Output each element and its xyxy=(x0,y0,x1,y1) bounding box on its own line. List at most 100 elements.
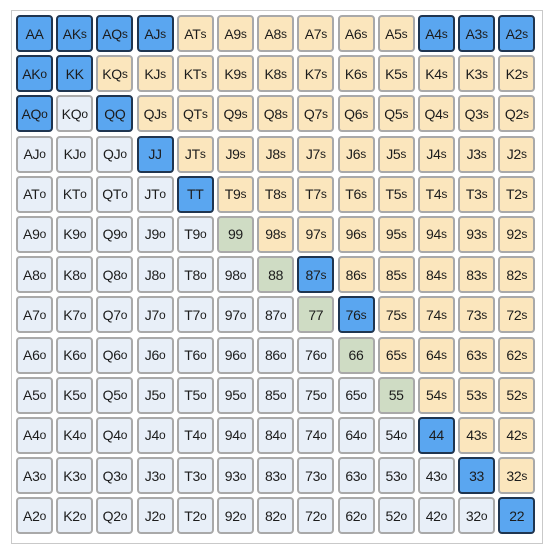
hand-cell-Q2o[interactable]: Q2 o xyxy=(96,497,134,535)
hand-cell-86s[interactable]: 86 s xyxy=(337,256,375,294)
hand-cell-A4o[interactable]: A4 o xyxy=(16,416,53,454)
hand-cell-22[interactable]: 22 xyxy=(498,497,536,535)
hand-cell-94s[interactable]: 94 s xyxy=(417,215,455,253)
hand-cell-Q3o[interactable]: Q3 o xyxy=(96,457,134,495)
hand-cell-73o[interactable]: 73 o xyxy=(297,457,335,495)
hand-cell-A5s[interactable]: A5 s xyxy=(377,15,415,52)
hand-cell-QTs[interactable]: QT s xyxy=(176,95,214,133)
hand-cell-42o[interactable]: 42 o xyxy=(417,497,455,535)
hand-cell-44[interactable]: 44 xyxy=(417,416,455,454)
hand-cell-J8o[interactable]: J8 o xyxy=(136,256,174,294)
hand-cell-62s[interactable]: 62 s xyxy=(498,336,536,374)
hand-cell-K7o[interactable]: K7 o xyxy=(56,296,94,334)
hand-cell-72o[interactable]: 72 o xyxy=(297,497,335,535)
hand-cell-J7s[interactable]: J7 s xyxy=(297,135,335,173)
hand-cell-T5s[interactable]: T5 s xyxy=(377,175,415,213)
hand-cell-T4s[interactable]: T4 s xyxy=(417,175,455,213)
hand-cell-T7s[interactable]: T7 s xyxy=(297,175,335,213)
hand-cell-K6s[interactable]: K6 s xyxy=(337,55,375,93)
hand-cell-43s[interactable]: 43 s xyxy=(458,416,496,454)
hand-cell-KQs[interactable]: KQ s xyxy=(96,55,134,93)
hand-cell-T6s[interactable]: T6 s xyxy=(337,175,375,213)
hand-cell-AQs[interactable]: AQ s xyxy=(96,15,134,52)
hand-cell-J3s[interactable]: J3 s xyxy=(458,135,496,173)
hand-cell-TT[interactable]: TT xyxy=(176,175,214,213)
hand-cell-75s[interactable]: 75 s xyxy=(377,296,415,334)
hand-cell-T4o[interactable]: T4 o xyxy=(176,416,214,454)
hand-cell-K2s[interactable]: K2 s xyxy=(498,55,536,93)
hand-cell-A4s[interactable]: A4 s xyxy=(417,15,455,52)
hand-cell-T9o[interactable]: T9 o xyxy=(176,215,214,253)
hand-cell-J7o[interactable]: J7 o xyxy=(136,296,174,334)
hand-cell-J8s[interactable]: J8 s xyxy=(257,135,295,173)
hand-cell-54o[interactable]: 54 o xyxy=(377,416,415,454)
hand-cell-96o[interactable]: 96 o xyxy=(216,336,254,374)
hand-cell-84s[interactable]: 84 s xyxy=(417,256,455,294)
hand-cell-K6o[interactable]: K6 o xyxy=(56,336,94,374)
hand-cell-76o[interactable]: 76 o xyxy=(297,336,335,374)
hand-cell-KJo[interactable]: KJ o xyxy=(56,135,94,173)
hand-cell-A7o[interactable]: A7 o xyxy=(16,296,53,334)
hand-cell-T5o[interactable]: T5 o xyxy=(176,376,214,414)
hand-cell-QJs[interactable]: QJ s xyxy=(136,95,174,133)
hand-cell-JJ[interactable]: JJ xyxy=(136,135,174,173)
hand-cell-87o[interactable]: 87 o xyxy=(257,296,295,334)
hand-cell-KQo[interactable]: KQ o xyxy=(56,95,94,133)
hand-cell-T3s[interactable]: T3 s xyxy=(458,175,496,213)
hand-cell-A6s[interactable]: A6 s xyxy=(337,15,375,52)
hand-cell-55[interactable]: 55 xyxy=(377,376,415,414)
hand-cell-65o[interactable]: 65 o xyxy=(337,376,375,414)
hand-cell-77[interactable]: 77 xyxy=(297,296,335,334)
hand-cell-Q2s[interactable]: Q2 s xyxy=(498,95,536,133)
hand-cell-Q8s[interactable]: Q8 s xyxy=(257,95,295,133)
hand-cell-T8s[interactable]: T8 s xyxy=(257,175,295,213)
hand-cell-K4o[interactable]: K4 o xyxy=(56,416,94,454)
hand-cell-63o[interactable]: 63 o xyxy=(337,457,375,495)
hand-cell-T3o[interactable]: T3 o xyxy=(176,457,214,495)
hand-cell-97o[interactable]: 97 o xyxy=(216,296,254,334)
hand-cell-T9s[interactable]: T9 s xyxy=(216,175,254,213)
hand-cell-Q3s[interactable]: Q3 s xyxy=(458,95,496,133)
hand-cell-J9o[interactable]: J9 o xyxy=(136,215,174,253)
hand-cell-T7o[interactable]: T7 o xyxy=(176,296,214,334)
hand-cell-A5o[interactable]: A5 o xyxy=(16,376,53,414)
hand-cell-63s[interactable]: 63 s xyxy=(458,336,496,374)
hand-cell-73s[interactable]: 73 s xyxy=(458,296,496,334)
hand-cell-92o[interactable]: 92 o xyxy=(216,497,254,535)
hand-cell-Q9o[interactable]: Q9 o xyxy=(96,215,134,253)
hand-cell-A9s[interactable]: A9 s xyxy=(216,15,254,52)
hand-cell-Q7s[interactable]: Q7 s xyxy=(297,95,335,133)
hand-cell-43o[interactable]: 43 o xyxy=(417,457,455,495)
hand-cell-A3o[interactable]: A3 o xyxy=(16,457,53,495)
hand-cell-K4s[interactable]: K4 s xyxy=(417,55,455,93)
hand-cell-J4o[interactable]: J4 o xyxy=(136,416,174,454)
hand-cell-85o[interactable]: 85 o xyxy=(257,376,295,414)
hand-cell-K9o[interactable]: K9 o xyxy=(56,215,94,253)
hand-cell-KK[interactable]: KK xyxy=(56,55,94,93)
hand-cell-Q4o[interactable]: Q4 o xyxy=(96,416,134,454)
hand-cell-KTo[interactable]: KT o xyxy=(56,175,94,213)
hand-cell-Q5o[interactable]: Q5 o xyxy=(96,376,134,414)
hand-cell-98o[interactable]: 98 o xyxy=(216,256,254,294)
hand-cell-Q8o[interactable]: Q8 o xyxy=(96,256,134,294)
hand-cell-32s[interactable]: 32 s xyxy=(498,457,536,495)
hand-cell-AJo[interactable]: AJ o xyxy=(16,135,53,173)
hand-cell-97s[interactable]: 97 s xyxy=(297,215,335,253)
hand-cell-K5o[interactable]: K5 o xyxy=(56,376,94,414)
hand-cell-JTo[interactable]: JT o xyxy=(136,175,174,213)
hand-cell-JTs[interactable]: JT s xyxy=(176,135,214,173)
hand-cell-88[interactable]: 88 xyxy=(257,256,295,294)
hand-cell-J5s[interactable]: J5 s xyxy=(377,135,415,173)
hand-cell-82o[interactable]: 82 o xyxy=(257,497,295,535)
hand-cell-84o[interactable]: 84 o xyxy=(257,416,295,454)
hand-cell-A7s[interactable]: A7 s xyxy=(297,15,335,52)
hand-cell-Q5s[interactable]: Q5 s xyxy=(377,95,415,133)
hand-cell-65s[interactable]: 65 s xyxy=(377,336,415,374)
hand-cell-QQ[interactable]: QQ xyxy=(96,95,134,133)
hand-cell-QTo[interactable]: QT o xyxy=(96,175,134,213)
hand-cell-J5o[interactable]: J5 o xyxy=(136,376,174,414)
hand-cell-ATo[interactable]: AT o xyxy=(16,175,53,213)
hand-cell-95o[interactable]: 95 o xyxy=(216,376,254,414)
hand-cell-ATs[interactable]: AT s xyxy=(176,15,214,52)
hand-cell-K9s[interactable]: K9 s xyxy=(216,55,254,93)
